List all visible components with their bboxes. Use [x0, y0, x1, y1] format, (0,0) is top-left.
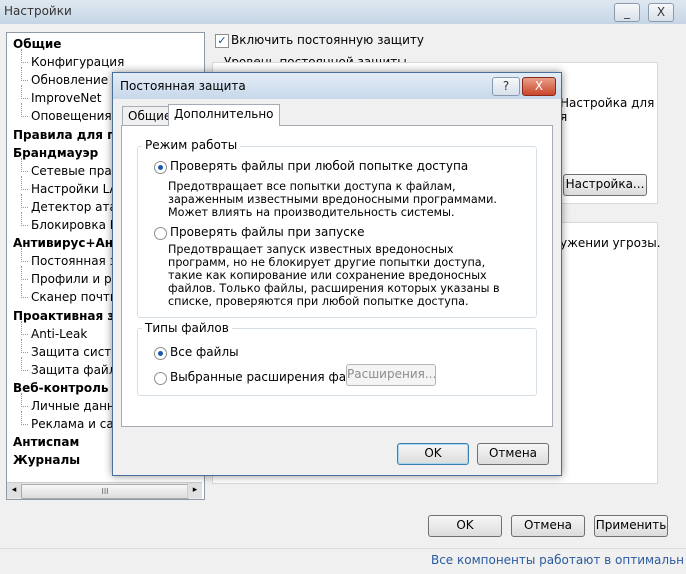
tree-connector	[21, 424, 28, 426]
tree-category[interactable]: Антиспам	[13, 435, 79, 449]
status-bar: Все компоненты работают в оптимальн	[0, 548, 686, 574]
right-text-1: Настройка для	[560, 96, 655, 110]
tree-connector	[21, 261, 28, 263]
tree-connector	[21, 279, 28, 281]
extensions-button[interactable]: Расширения...	[346, 364, 436, 386]
configure-button[interactable]: Настройка...	[563, 174, 647, 196]
tree-connector	[21, 297, 28, 299]
tree-connector	[21, 369, 28, 371]
tree-connector	[21, 206, 28, 208]
main-ok-button[interactable]: OK	[428, 515, 502, 537]
tree-item[interactable]: Оповещения	[31, 109, 112, 123]
radio-launch[interactable]	[154, 227, 167, 240]
tree-item[interactable]: ImproveNet	[31, 91, 101, 105]
tree-item[interactable]: Anti-Leak	[31, 327, 87, 341]
tab-content: Режим работы Проверять файлы при любой п…	[121, 125, 553, 427]
tree-connector	[21, 193, 22, 208]
tree-connector	[21, 356, 22, 371]
main-title-bar: Настройки _ X	[0, 0, 686, 24]
tree-connector	[21, 49, 22, 64]
close-button[interactable]: X	[648, 3, 674, 22]
help-button[interactable]: ?	[492, 77, 520, 96]
filetypes-group-title: Типы файлов	[142, 321, 232, 335]
tree-connector	[21, 157, 22, 172]
radio-all-files-label[interactable]: Все файлы	[170, 345, 239, 359]
tree-connector	[21, 411, 22, 426]
radio-launch-desc: Предотвращает запуск известных вредоносн…	[168, 243, 500, 308]
radio-access-desc: Предотвращает все попытки доступа к файл…	[168, 180, 497, 219]
dialog-title-bar: Постоянная защита ? X	[113, 73, 561, 99]
tree-item[interactable]: Блокировка IP	[31, 218, 121, 232]
tree-item[interactable]: Конфигурация	[31, 55, 124, 69]
tree-connector	[21, 116, 28, 118]
tree-item[interactable]: Детектор атак	[31, 200, 124, 214]
tree-connector	[21, 225, 28, 226]
enable-protection-checkbox[interactable]: ✓	[215, 34, 229, 48]
tree-connector	[21, 333, 28, 335]
tree-connector	[21, 284, 22, 299]
radio-launch-label[interactable]: Проверять файлы при запуске	[170, 225, 365, 239]
tree-connector	[21, 170, 28, 172]
tree-connector	[21, 406, 28, 407]
main-window-title: Настройки	[4, 4, 72, 18]
filetypes-group	[137, 328, 537, 396]
tree-connector	[21, 98, 28, 100]
tree-connector	[21, 351, 28, 353]
tree-category[interactable]: Брандмауэр	[13, 146, 98, 160]
dialog-cancel-button[interactable]: Отмена	[477, 443, 549, 465]
tree-connector	[21, 175, 22, 190]
tree-category[interactable]: Веб-контроль	[13, 381, 109, 395]
protection-dialog: Постоянная защита ? X Общие Дополнительн…	[112, 72, 562, 476]
dialog-close-button[interactable]: X	[522, 77, 556, 96]
tree-connector	[21, 338, 22, 353]
tree-item[interactable]: Личные данны	[31, 399, 124, 413]
tree-connector	[21, 393, 22, 407]
dialog-ok-button[interactable]: OK	[397, 443, 469, 465]
status-text: Все компоненты работают в оптимальн	[430, 553, 684, 567]
tree-connector	[21, 80, 28, 82]
tree-connector	[21, 62, 28, 64]
tree-item[interactable]: Защита файло	[31, 363, 124, 377]
tree-horizontal-scrollbar[interactable]: ◂ III ▸	[7, 482, 202, 499]
right-text-3: ужении угрозы.	[560, 236, 661, 250]
dialog-title: Постоянная защита	[120, 79, 246, 93]
main-cancel-button[interactable]: Отмена	[511, 515, 585, 537]
tree-item[interactable]: Обновление	[31, 73, 108, 87]
tree-item[interactable]: Постоянная за	[31, 254, 124, 269]
tree-item[interactable]: Сканер почты	[31, 290, 119, 304]
radio-all-files[interactable]	[154, 347, 167, 360]
tab-advanced[interactable]: Дополнительно	[168, 104, 280, 126]
tree-connector	[21, 320, 22, 335]
tree-connector	[21, 266, 22, 281]
tree-connector	[21, 188, 28, 190]
mode-group-title: Режим работы	[142, 138, 241, 152]
tree-connector	[21, 212, 22, 226]
radio-access[interactable]	[154, 161, 167, 174]
scroll-right-arrow-icon[interactable]: ▸	[187, 483, 202, 498]
scroll-thumb[interactable]: III	[21, 484, 189, 499]
tree-category[interactable]: Журналы	[13, 453, 80, 467]
tree-connector	[21, 67, 22, 82]
radio-access-label[interactable]: Проверять файлы при любой попытке доступ…	[170, 159, 468, 173]
radio-selected-ext[interactable]	[154, 372, 167, 385]
enable-protection-label: Включить постоянную защиту	[231, 33, 424, 47]
main-apply-button[interactable]: Применить	[594, 515, 668, 537]
tree-connector	[21, 103, 22, 118]
minimize-button[interactable]: _	[614, 3, 640, 22]
scroll-left-arrow-icon[interactable]: ◂	[7, 483, 22, 498]
tree-connector	[21, 85, 22, 100]
tree-connector	[21, 248, 22, 263]
